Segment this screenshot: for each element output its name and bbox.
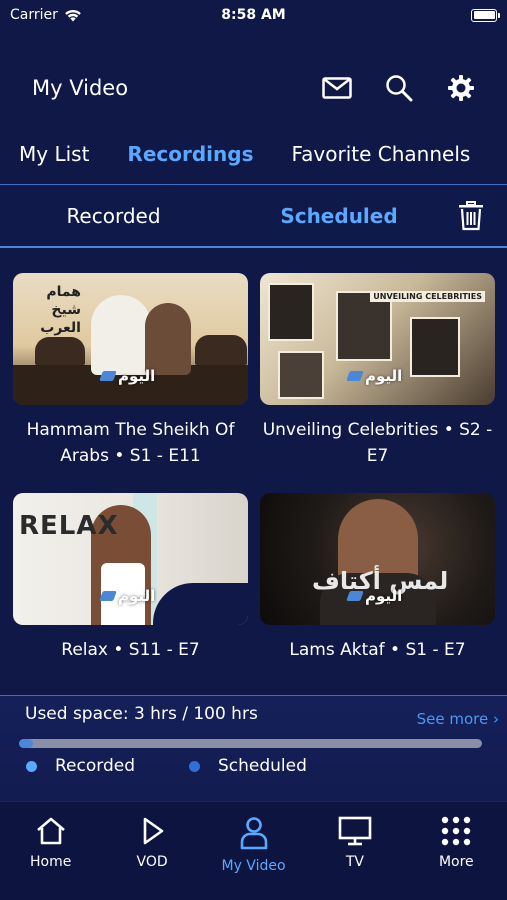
page-title: My Video (32, 76, 129, 100)
top-tabs: My List Recordings Favorite Channels (0, 134, 507, 174)
trash-icon[interactable] (451, 201, 491, 231)
recording-card[interactable]: همام شيخ العرب اليوم Hammam The Sheikh O… (13, 273, 248, 469)
user-icon (240, 817, 267, 850)
channel-logo-mark (99, 591, 117, 601)
carrier-label: Carrier (10, 7, 58, 23)
legend-scheduled: Scheduled (218, 756, 307, 776)
storage-progress-bar (19, 739, 482, 748)
card-thumbnail[interactable]: UNVEILING CELEBRITIES اليوم (260, 273, 495, 405)
nav-vod[interactable]: VOD (101, 802, 202, 900)
channel-logo: اليوم (346, 587, 403, 605)
legend-recorded: Recorded (55, 756, 135, 776)
storage-panel: Used space: 3 hrs / 100 hrs See more › R… (0, 695, 507, 801)
gear-icon[interactable] (445, 72, 477, 104)
channel-logo-text: اليوم (365, 587, 403, 605)
used-space-text: Used space: 3 hrs / 100 hrs (25, 704, 258, 724)
storage-progress-fill (19, 739, 33, 748)
battery-icon (471, 8, 500, 22)
card-thumbnail-text: همام شيخ العرب (40, 284, 81, 336)
subtab-recorded[interactable]: Recorded (0, 204, 227, 228)
tabs-divider (0, 184, 507, 185)
channel-logo-text: اليوم (365, 367, 403, 385)
nav-my-video-label: My Video (221, 858, 286, 874)
see-more-link[interactable]: See more › (417, 710, 499, 728)
recorded-dot (26, 760, 37, 772)
tv-icon (338, 816, 372, 846)
bottom-nav: Home VOD My Video TV More (0, 801, 507, 900)
wifi-icon (65, 9, 81, 21)
tab-my-list[interactable]: My List (0, 142, 108, 166)
subtabs-divider (0, 246, 507, 248)
channel-logo-mark (346, 591, 364, 601)
nav-my-video[interactable]: My Video (203, 802, 304, 900)
channel-logo: اليوم (99, 587, 156, 605)
nav-home[interactable]: Home (0, 802, 101, 900)
card-thumbnail[interactable]: همام شيخ العرب اليوم (13, 273, 248, 405)
play-icon (143, 817, 164, 845)
channel-logo-mark (99, 371, 117, 381)
nav-tv[interactable]: TV (304, 802, 405, 900)
home-icon (36, 817, 65, 845)
card-thumbnail[interactable]: لمس أكتاف اليوم (260, 493, 495, 625)
tab-favorite-channels[interactable]: Favorite Channels (272, 142, 489, 166)
card-title: Hammam The Sheikh Of Arabs • S1 - E11 (26, 420, 235, 466)
search-icon[interactable] (383, 72, 415, 104)
channel-logo: اليوم (346, 367, 403, 385)
card-title: Unveiling Celebrities • S2 - E7 (262, 420, 493, 466)
card-title: Lams Aktaf • S1 - E7 (289, 640, 466, 660)
subtab-scheduled[interactable]: Scheduled (227, 204, 451, 228)
scheduled-dot (189, 760, 200, 772)
grid-icon (442, 816, 471, 846)
nav-vod-label: VOD (136, 854, 168, 870)
recording-card[interactable]: لمس أكتاف اليوم Lams Aktaf • S1 - E7 (260, 493, 495, 663)
tab-recordings[interactable]: Recordings (108, 142, 272, 166)
channel-logo-text: اليوم (118, 587, 156, 605)
recording-subtabs: Recorded Scheduled (0, 186, 507, 246)
channel-logo-mark (346, 371, 364, 381)
card-thumbnail-text: RELAX (19, 511, 119, 541)
nav-tv-label: TV (345, 854, 364, 870)
recording-card[interactable]: UNVEILING CELEBRITIES اليوم Unveiling Ce… (260, 273, 495, 469)
nav-home-label: Home (30, 854, 72, 870)
card-thumbnail-text: UNVEILING CELEBRITIES (370, 291, 485, 302)
nav-more[interactable]: More (406, 802, 507, 900)
app-header: My Video (0, 66, 507, 110)
card-title: Relax • S11 - E7 (61, 640, 200, 660)
mail-icon[interactable] (321, 72, 353, 104)
status-bar: Carrier 8:58 AM (0, 0, 507, 30)
card-thumbnail[interactable]: RELAX اليوم (13, 493, 248, 625)
channel-logo-text: اليوم (118, 367, 156, 385)
storage-legend: Recorded Scheduled (26, 756, 361, 776)
channel-logo: اليوم (99, 367, 156, 385)
nav-more-label: More (438, 854, 474, 870)
recording-card[interactable]: RELAX اليوم Relax • S11 - E7 (13, 493, 248, 663)
